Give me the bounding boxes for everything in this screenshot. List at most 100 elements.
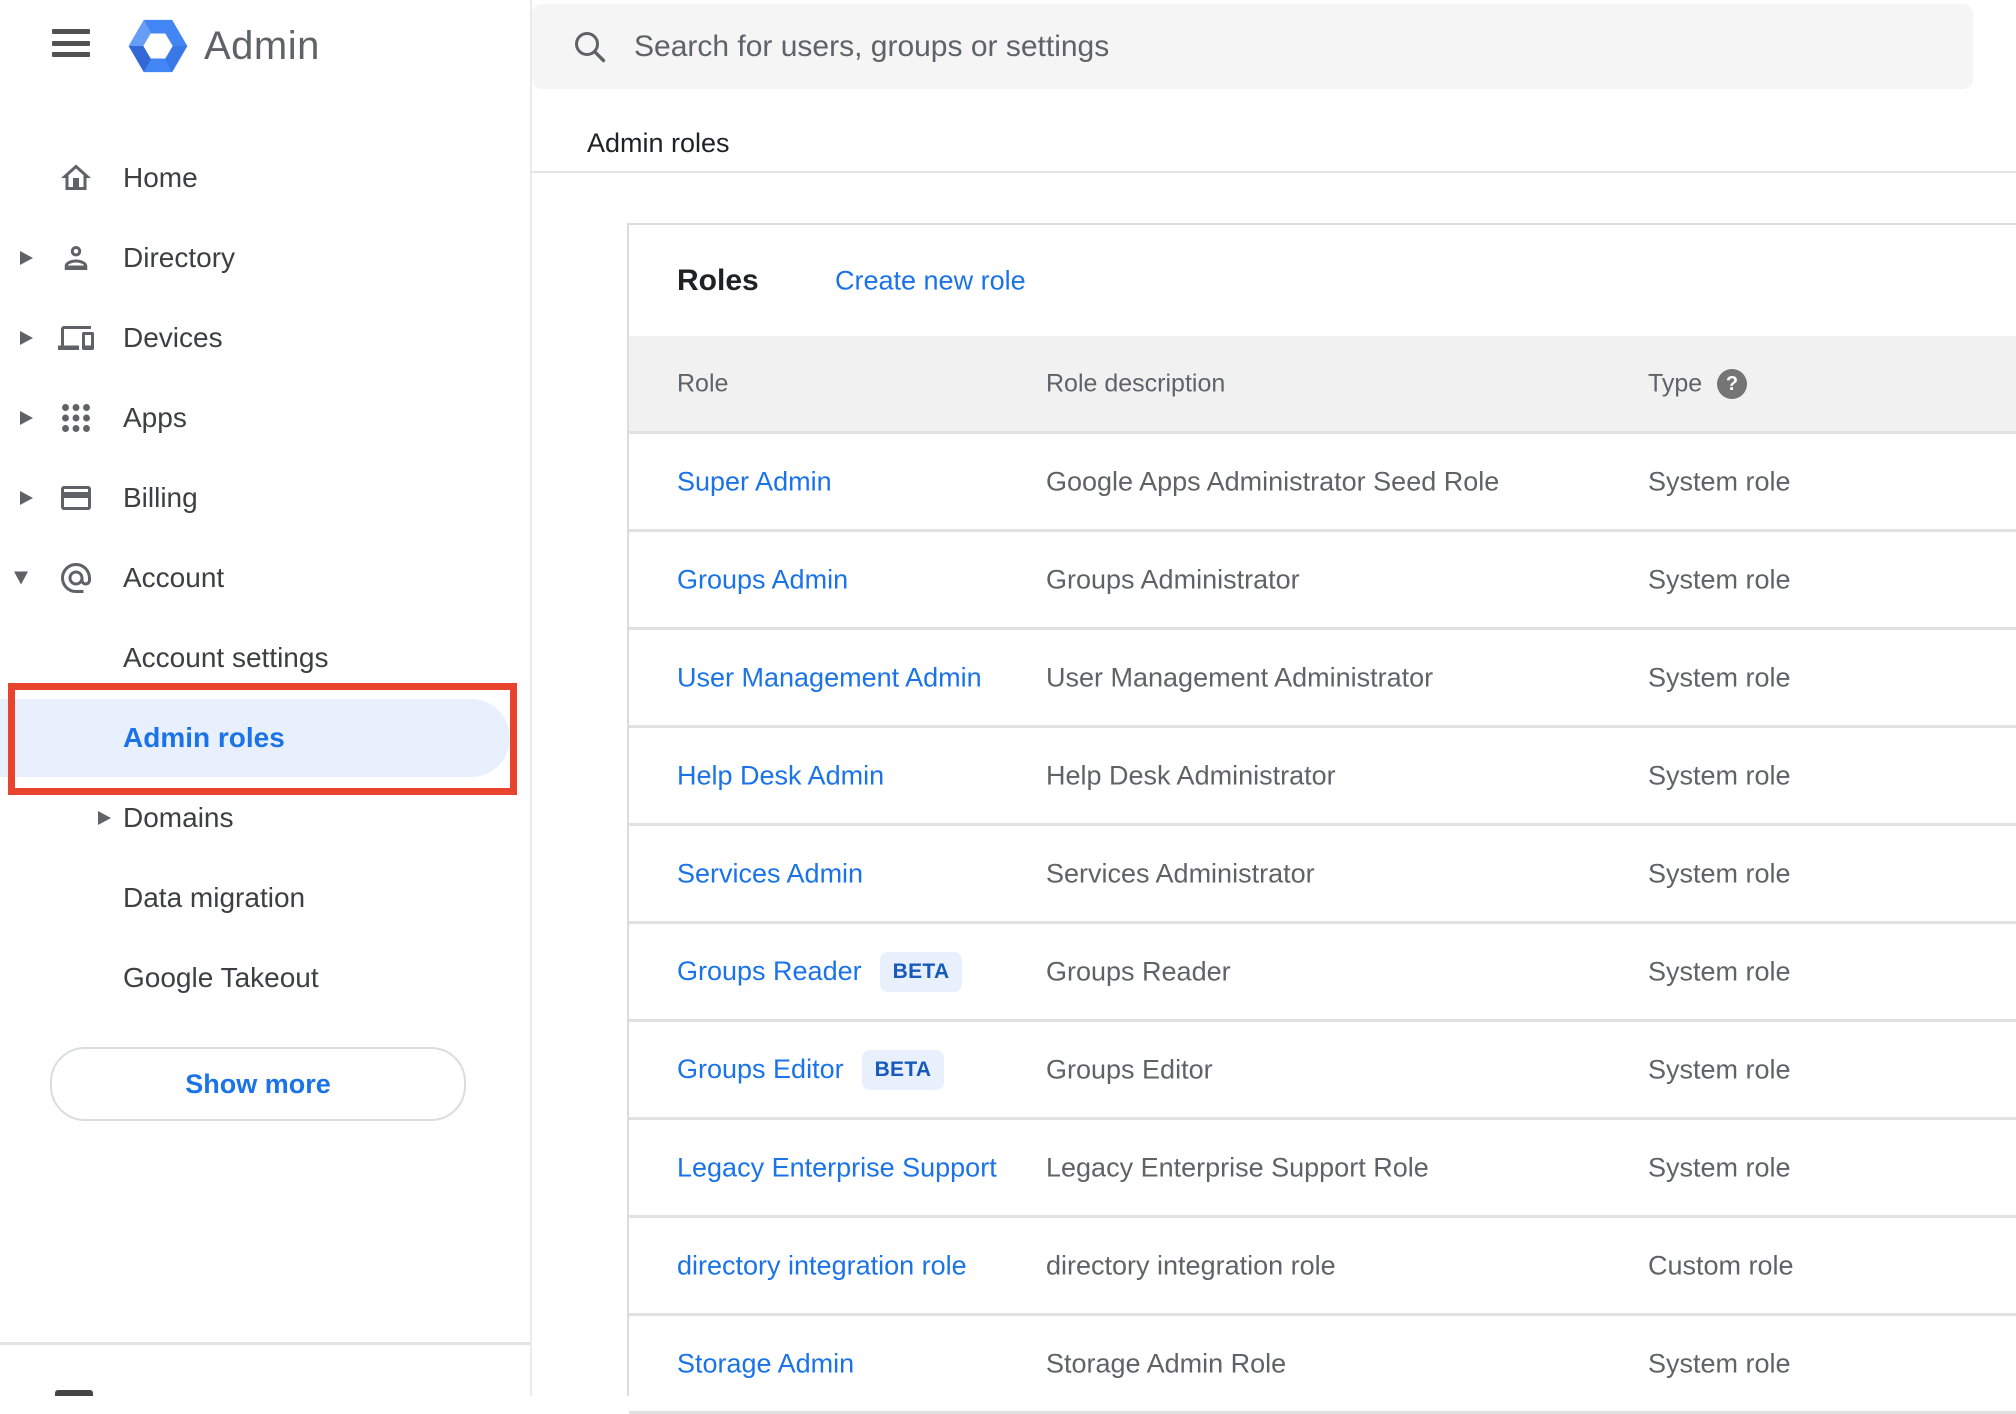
person-icon	[58, 240, 94, 276]
table-row: User Management Admin User Management Ad…	[629, 630, 2016, 728]
sidebar-nav: Home Directory Devices Apps Billing Acco…	[0, 138, 530, 1018]
sidebar-item-account[interactable]: Account	[0, 538, 530, 618]
roles-card: Roles Create new role Role Role descript…	[627, 223, 2016, 1414]
role-type: System role	[1648, 1348, 1791, 1378]
expand-arrow-icon[interactable]	[20, 331, 33, 345]
show-more-label: Show more	[185, 1068, 331, 1099]
expand-arrow-icon[interactable]	[20, 491, 33, 505]
breadcrumb: Admin roles	[587, 127, 730, 158]
sidebar-item-label: Domains	[123, 802, 234, 833]
role-type: System role	[1648, 956, 1791, 986]
table-row: Storage Admin Storage Admin Role System …	[629, 1316, 2016, 1414]
sidebar-item-label: Billing	[123, 482, 198, 513]
sidebar-item-label: Devices	[123, 322, 223, 353]
beta-badge: BETA	[879, 951, 963, 992]
show-more-button[interactable]: Show more	[50, 1047, 466, 1121]
table-row: Legacy Enterprise Support Legacy Enterpr…	[629, 1120, 2016, 1218]
devices-icon	[58, 320, 94, 356]
table-row: Groups Editor BETA Groups Editor System …	[629, 1022, 2016, 1120]
role-description: Groups Administrator	[1046, 564, 1300, 594]
credit-card-icon	[58, 480, 94, 516]
home-icon	[58, 160, 94, 196]
sidebar-item-data-migration[interactable]: Data migration	[0, 858, 530, 938]
role-link[interactable]: directory integration role	[677, 1250, 967, 1281]
card-title: Roles	[677, 263, 759, 297]
sidebar-item-devices[interactable]: Devices	[0, 298, 530, 378]
role-link[interactable]: Groups Editor	[677, 1054, 844, 1085]
apps-grid-icon	[58, 400, 94, 436]
role-type: Custom role	[1648, 1250, 1794, 1280]
sidebar-item-billing[interactable]: Billing	[0, 458, 530, 538]
role-link[interactable]: Groups Admin	[677, 564, 848, 595]
column-header-role: Role	[677, 369, 729, 397]
role-link[interactable]: Help Desk Admin	[677, 760, 884, 791]
admin-hexagon-logo-icon	[128, 19, 188, 73]
sidebar-item-account-settings[interactable]: Account settings	[0, 618, 530, 698]
sidebar-item-label: Account	[123, 562, 225, 593]
sidebar-item-label: Account settings	[123, 642, 329, 673]
admin-logo: Admin	[126, 14, 320, 78]
expand-arrow-icon[interactable]	[20, 411, 33, 425]
sidebar-item-label: Home	[123, 162, 198, 193]
role-link[interactable]: Services Admin	[677, 858, 863, 889]
sidebar-item-directory[interactable]: Directory	[0, 218, 530, 298]
table-row: Groups Admin Groups Administrator System…	[629, 532, 2016, 630]
role-type: System role	[1648, 760, 1791, 790]
role-link[interactable]: Legacy Enterprise Support	[677, 1152, 997, 1183]
role-description: Groups Editor	[1046, 1054, 1213, 1084]
sidebar-item-label: Directory	[123, 242, 236, 273]
table-row: directory integration role directory int…	[629, 1218, 2016, 1316]
sidebar-item-label: Apps	[123, 402, 187, 433]
role-description: Legacy Enterprise Support Role	[1046, 1152, 1429, 1182]
search-input[interactable]	[632, 28, 1973, 65]
sidebar-item-domains[interactable]: Domains	[0, 778, 530, 858]
role-description: Groups Reader	[1046, 956, 1231, 986]
expand-arrow-icon[interactable]	[98, 811, 111, 825]
role-link[interactable]: Storage Admin	[677, 1348, 854, 1379]
role-link[interactable]: Groups Reader	[677, 956, 862, 987]
role-description: User Management Administrator	[1046, 662, 1434, 692]
sidebar-item-apps[interactable]: Apps	[0, 378, 530, 458]
create-new-role-link[interactable]: Create new role	[835, 265, 1026, 296]
at-email-icon	[58, 560, 94, 596]
table-row: Help Desk Admin Help Desk Administrator …	[629, 728, 2016, 826]
table-row: Super Admin Google Apps Administrator Se…	[629, 434, 2016, 532]
column-header-role-description: Role description	[1046, 369, 1226, 397]
roles-card-header: Roles Create new role	[629, 225, 2016, 336]
sidebar-item-label: Admin roles	[123, 722, 285, 753]
role-type: System role	[1648, 858, 1791, 888]
column-header-type: Type	[1648, 369, 1703, 397]
role-description: directory integration role	[1046, 1250, 1336, 1280]
table-row: Services Admin Services Administrator Sy…	[629, 826, 2016, 924]
sidebar-content-divider	[530, 0, 532, 1396]
sidebar-bottom-divider	[0, 1342, 530, 1345]
search-icon	[575, 31, 606, 62]
breadcrumb-divider	[530, 171, 2016, 173]
role-description: Services Administrator	[1046, 858, 1315, 888]
sidebar-item-home[interactable]: Home	[0, 138, 530, 218]
role-type: System role	[1648, 1054, 1791, 1084]
collapse-arrow-icon[interactable]	[14, 571, 28, 585]
sidebar-item-label: Data migration	[123, 882, 306, 913]
help-icon[interactable]: ?	[1717, 368, 1747, 399]
role-description: Help Desk Administrator	[1046, 760, 1336, 790]
menu-icon[interactable]	[52, 29, 90, 57]
role-type: System role	[1648, 1152, 1791, 1182]
sidebar-item-admin-roles[interactable]: Admin roles	[0, 698, 530, 778]
role-description: Storage Admin Role	[1046, 1348, 1287, 1378]
expand-arrow-icon[interactable]	[20, 251, 33, 265]
role-type: System role	[1648, 662, 1791, 692]
role-link[interactable]: User Management Admin	[677, 662, 982, 693]
partial-icon	[55, 1390, 93, 1396]
table-row: Groups Reader BETA Groups Reader System …	[629, 924, 2016, 1022]
role-type: System role	[1648, 564, 1791, 594]
sidebar-item-google-takeout[interactable]: Google Takeout	[0, 938, 530, 1018]
beta-badge: BETA	[861, 1049, 945, 1090]
role-type: System role	[1648, 466, 1791, 496]
table-header-row: Role Role description Type ?	[629, 336, 2016, 434]
app-title: Admin	[204, 23, 320, 68]
role-description: Google Apps Administrator Seed Role	[1046, 466, 1500, 496]
sidebar-item-label: Google Takeout	[123, 962, 319, 993]
role-link[interactable]: Super Admin	[677, 466, 832, 497]
search-bar[interactable]	[532, 4, 1973, 89]
